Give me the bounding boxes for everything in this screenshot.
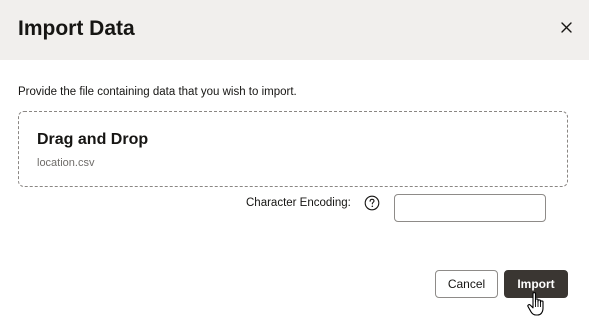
cancel-button[interactable]: Cancel bbox=[435, 270, 498, 298]
character-encoding-input[interactable] bbox=[394, 194, 546, 222]
selected-file-name: location.csv bbox=[37, 157, 95, 169]
close-button[interactable] bbox=[553, 14, 579, 40]
import-data-dialog: Import Data Provide the file containing … bbox=[0, 0, 589, 318]
drop-zone-title: Drag and Drop bbox=[37, 131, 149, 148]
question-circle-icon[interactable] bbox=[364, 195, 380, 211]
dialog-title: Import Data bbox=[18, 17, 135, 40]
file-drop-zone[interactable]: Drag and Drop location.csv bbox=[18, 111, 568, 187]
dialog-header: Import Data bbox=[0, 0, 589, 60]
import-button[interactable]: Import bbox=[504, 270, 568, 298]
character-encoding-label: Character Encoding: bbox=[246, 197, 351, 209]
close-icon bbox=[560, 21, 572, 33]
instruction-text: Provide the file containing data that yo… bbox=[18, 86, 297, 98]
